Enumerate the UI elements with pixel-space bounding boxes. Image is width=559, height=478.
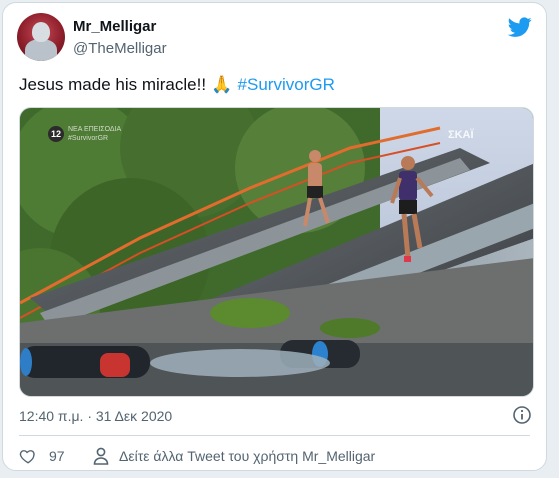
media-overlay-text: ΝΕΑ ΕΠΕΙΣΟΔΙΑ #SurvivorGR	[68, 126, 121, 142]
see-more-label: Δείτε άλλα Tweet του χρήστη Mr_Melligar	[119, 448, 376, 464]
hashtag-link[interactable]: #SurvivorGR	[238, 75, 335, 94]
info-icon[interactable]	[512, 405, 532, 425]
like-count: 97	[49, 448, 65, 464]
praying-hands-emoji: 🙏	[211, 75, 233, 94]
channel-badge-number: 12	[50, 129, 61, 139]
see-more-tweets-link[interactable]: Δείτε άλλα Tweet του χρήστη Mr_Melligar	[93, 447, 375, 465]
broadcaster-watermark: ΣΚΑΪ	[448, 129, 474, 141]
author-handle[interactable]: @TheMelligar	[73, 40, 167, 57]
channel-badge: 12	[48, 126, 64, 142]
tweet-text-main: Jesus made his miracle!!	[19, 75, 207, 94]
heart-icon	[19, 450, 35, 464]
divider	[19, 435, 530, 436]
like-button[interactable]: 97	[19, 447, 65, 465]
avatar[interactable]	[17, 13, 65, 61]
tweet-card: Mr_Melligar @TheMelligar Jesus made his …	[2, 2, 547, 471]
twitter-bird-icon[interactable]	[508, 15, 532, 39]
tweet-text: Jesus made his miracle!! 🙏 #SurvivorGR	[19, 75, 335, 95]
person-icon	[93, 447, 109, 465]
author-display-name[interactable]: Mr_Melligar	[73, 18, 156, 35]
tweet-timestamp[interactable]: 12:40 π.μ. · 31 Δεκ 2020	[19, 408, 172, 424]
tweet-media-image[interactable]: 12 ΝΕΑ ΕΠΕΙΣΟΔΙΑ #SurvivorGR ΣΚΑΪ	[19, 107, 534, 397]
